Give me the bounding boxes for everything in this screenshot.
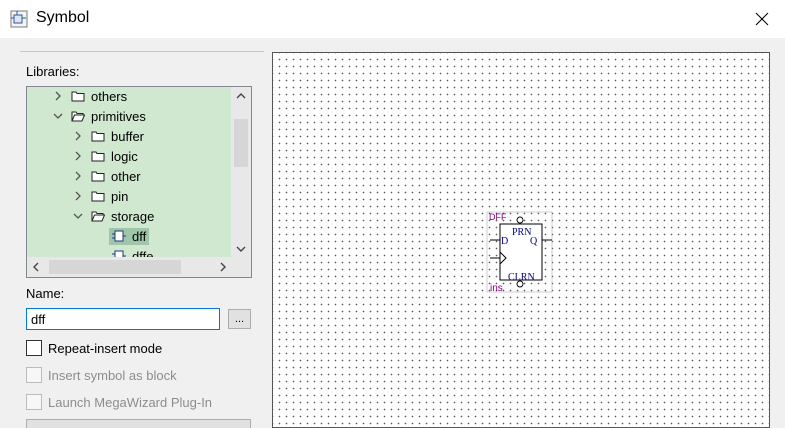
- close-button[interactable]: [739, 0, 785, 38]
- scroll-corner: [231, 257, 251, 277]
- insert-as-block-checkbox-row: Insert symbol as block: [26, 367, 177, 383]
- folder-open-icon: [71, 111, 85, 122]
- symbol-window-icon: [10, 10, 28, 28]
- scroll-up-button[interactable]: [231, 87, 251, 105]
- chevron-up-icon: [236, 93, 246, 99]
- clear-pin-label: CLRN: [508, 272, 535, 283]
- chevron-down-icon: [236, 246, 246, 252]
- separator: [20, 51, 264, 52]
- insert-as-block-checkbox: [26, 367, 42, 383]
- library-tree-rows: others primitives buffer logic other pin…: [27, 87, 232, 258]
- instance-name-label: ins: [490, 283, 503, 294]
- chevron-right-icon[interactable]: [71, 189, 85, 203]
- launch-megawizard-checkbox-row: Launch MegaWizard Plug-In: [26, 394, 212, 410]
- tree-item-label: buffer: [111, 128, 145, 144]
- tree-item-logic[interactable]: logic: [71, 146, 138, 166]
- tree-item-label: other: [111, 168, 141, 184]
- preset-pin-label: PRN: [512, 227, 531, 238]
- chevron-left-icon: [33, 262, 39, 272]
- preset-bubble: [516, 216, 524, 224]
- tree-item-others[interactable]: others: [51, 87, 127, 106]
- symbol-icon: [112, 230, 126, 242]
- library-pane: Libraries: others primitives buffer logi…: [0, 38, 265, 428]
- scroll-right-button[interactable]: [214, 257, 232, 277]
- chevron-down-icon[interactable]: [51, 109, 65, 123]
- chevron-right-icon[interactable]: [71, 129, 85, 143]
- tree-horizontal-scrollbar[interactable]: [27, 257, 232, 277]
- folder-icon: [91, 171, 105, 182]
- close-icon: [755, 12, 769, 26]
- folder-open-icon: [91, 211, 105, 222]
- tree-item-label: logic: [111, 148, 138, 164]
- tree-item-other[interactable]: other: [71, 166, 141, 186]
- folder-icon: [91, 151, 105, 162]
- repeat-insert-checkbox-row[interactable]: Repeat-insert mode: [26, 340, 162, 356]
- scroll-thumb[interactable]: [49, 260, 181, 274]
- title-bar: Symbol: [0, 0, 785, 38]
- repeat-insert-label: Repeat-insert mode: [48, 340, 163, 356]
- tree-item-selection: dff: [109, 227, 150, 245]
- partial-button[interactable]: [26, 419, 251, 428]
- chevron-down-icon[interactable]: [71, 209, 85, 223]
- folder-icon: [91, 131, 105, 142]
- tree-item-buffer[interactable]: buffer: [71, 126, 144, 146]
- library-tree[interactable]: others primitives buffer logic other pin…: [26, 86, 252, 278]
- scroll-left-button[interactable]: [27, 257, 45, 277]
- insert-as-block-label: Insert symbol as block: [48, 367, 177, 383]
- folder-icon: [91, 191, 105, 202]
- tree-item-primitives[interactable]: primitives: [51, 106, 146, 126]
- scroll-down-button[interactable]: [231, 240, 251, 258]
- tree-item-label: primitives: [91, 108, 146, 124]
- chevron-right-icon[interactable]: [71, 169, 85, 183]
- tree-item-dff[interactable]: dff: [109, 226, 150, 246]
- tree-item-label: dff: [132, 228, 147, 244]
- tree-vertical-scrollbar[interactable]: [231, 87, 251, 258]
- launch-megawizard-label: Launch MegaWizard Plug-In: [48, 394, 213, 410]
- folder-icon: [71, 91, 85, 102]
- symbol-type-label: DFF: [489, 212, 507, 222]
- tree-item-storage[interactable]: storage: [71, 206, 154, 226]
- tree-item-label: pin: [111, 188, 129, 204]
- repeat-insert-checkbox[interactable]: [26, 340, 42, 356]
- libraries-label: Libraries:: [26, 64, 80, 79]
- output-pin-label: Q: [530, 236, 538, 247]
- tree-item-pin[interactable]: pin: [71, 186, 128, 206]
- dff-symbol-preview: DFF PRN D Q CLRN ins: [486, 211, 553, 294]
- window-title: Symbol: [36, 9, 90, 26]
- name-input[interactable]: [26, 308, 220, 330]
- tree-item-label: storage: [111, 208, 155, 224]
- launch-megawizard-checkbox: [26, 394, 42, 410]
- chevron-right-icon: [220, 262, 226, 272]
- chevron-right-icon[interactable]: [51, 89, 65, 103]
- tree-item-label: others: [91, 88, 128, 104]
- browse-button[interactable]: ...: [228, 309, 251, 329]
- data-pin-label: D: [501, 236, 508, 247]
- scroll-thumb[interactable]: [234, 119, 248, 167]
- name-label: Name:: [26, 286, 65, 301]
- chevron-right-icon[interactable]: [71, 149, 85, 163]
